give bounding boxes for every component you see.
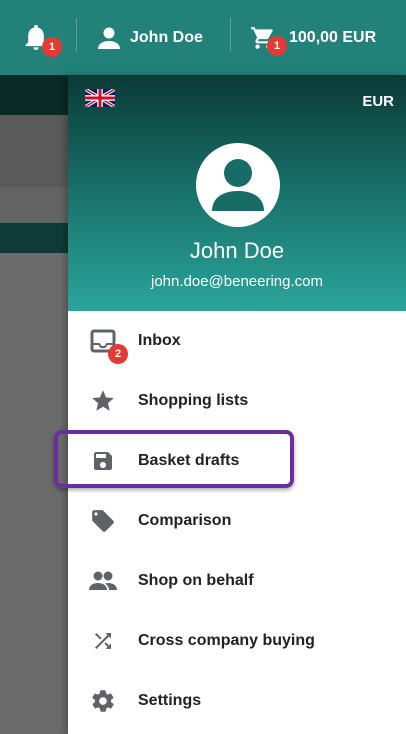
avatar-person-icon [212, 159, 264, 211]
background-page [0, 115, 68, 187]
menu-label-shopping-lists: Shopping lists [138, 392, 249, 409]
language-flag-uk[interactable] [85, 89, 115, 107]
avatar [196, 143, 280, 227]
notifications-button[interactable]: 1 [24, 0, 62, 75]
person-icon [98, 27, 120, 49]
cart-total: 100,00 EUR [289, 28, 377, 46]
drawer-header: EUR John Doe john.doe@beneering.com [68, 75, 406, 311]
menu-item-settings[interactable]: Settings [68, 671, 406, 731]
cart-badge: 1 [267, 36, 287, 56]
menu-label-inbox: Inbox [138, 332, 181, 349]
menu-item-comparison[interactable]: Comparison [68, 491, 406, 551]
menu-label-shop-on-behalf: Shop on behalf [138, 572, 254, 589]
menu-label-basket-drafts: Basket drafts [138, 452, 240, 469]
background-page [0, 223, 68, 253]
background-page [0, 187, 68, 223]
top-bar: 1 John Doe 1 100,00 EUR [0, 0, 406, 75]
gear-icon [88, 686, 118, 716]
menu-item-cross-company-buying[interactable]: Cross company buying [68, 611, 406, 671]
drawer-user-name: John Doe [189, 238, 285, 263]
save-icon [88, 446, 118, 476]
currency-selector[interactable]: EUR [362, 93, 394, 110]
notifications-badge: 1 [42, 37, 62, 57]
tag-icon [88, 506, 118, 536]
topbar-user-name: John Doe [130, 28, 203, 46]
drawer-user-email: john.doe@beneering.com [150, 273, 323, 290]
menu-item-shop-on-behalf[interactable]: Shop on behalf [68, 551, 406, 611]
menu-label-settings: Settings [138, 692, 202, 709]
account-drawer: EUR John Doe john.doe@beneering.com 2 In… [68, 75, 406, 734]
menu-item-shopping-lists[interactable]: Shopping lists [68, 371, 406, 431]
people-icon [88, 566, 118, 596]
menu-label-comparison: Comparison [138, 512, 232, 529]
divider [230, 18, 231, 52]
cart-button[interactable]: 1 100,00 EUR [250, 0, 376, 75]
shuffle-icon [88, 626, 118, 656]
star-icon [88, 386, 118, 416]
menu-item-basket-drafts[interactable]: Basket drafts [68, 431, 406, 491]
background-page [0, 75, 68, 115]
menu-label-cross-company-buying: Cross company buying [138, 632, 315, 649]
menu-item-inbox[interactable]: 2 Inbox [68, 311, 406, 371]
inbox-badge: 2 [108, 344, 128, 364]
user-account-button[interactable]: John Doe [98, 0, 203, 75]
uk-flag-icon [85, 89, 115, 107]
divider [76, 18, 77, 52]
